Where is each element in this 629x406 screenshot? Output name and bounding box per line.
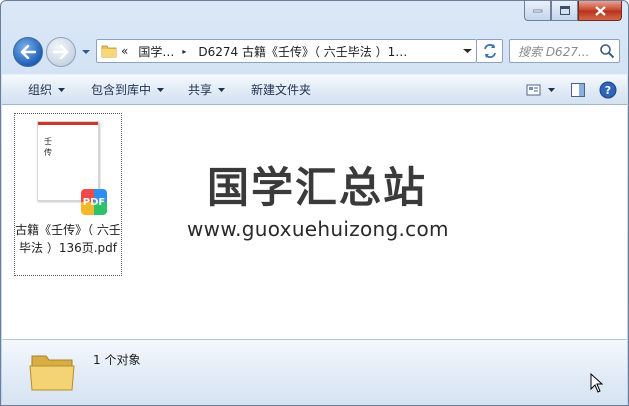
watermark-url: www.guoxuehuizong.com: [187, 217, 449, 241]
item-count: 1 个对象: [93, 353, 141, 367]
share-label: 共享: [188, 83, 213, 97]
folder-icon: [101, 45, 117, 58]
caret-down-icon: [218, 87, 226, 92]
pdf-badge-icon: PDF: [81, 189, 107, 215]
close-button[interactable]: [578, 1, 622, 21]
caret-down-icon: [58, 87, 66, 92]
organize-label: 组织: [28, 83, 53, 97]
back-arrow-icon: [20, 45, 36, 59]
preview-pane-button[interactable]: [569, 81, 587, 99]
caption-buttons: [524, 1, 622, 21]
mouse-cursor-icon: [590, 373, 604, 393]
watermark: 国学汇总站 www.guoxuehuizong.com: [187, 163, 449, 242]
breadcrumb-segment[interactable]: 国学…: [138, 43, 174, 60]
file-list[interactable]: 壬传 PDF 古籍《壬传》（ 六壬毕法 ）136页.pdf 国学汇总站 www.…: [2, 105, 627, 339]
maximize-icon: [559, 6, 570, 15]
svg-text:?: ?: [605, 84, 611, 97]
help-button[interactable]: ?: [599, 81, 617, 99]
minimize-icon: [532, 9, 542, 12]
breadcrumb-segment[interactable]: D6274 古籍《壬传》（ 六壬毕法 ）1…: [198, 43, 407, 60]
include-in-library-menu[interactable]: 包含到库中: [83, 78, 172, 102]
details-pane: 1 个对象: [2, 339, 627, 405]
file-item[interactable]: 壬传 PDF 古籍《壬传》（ 六壬毕法 ）136页.pdf: [14, 113, 122, 276]
address-bar[interactable]: « ▸ 国学… ▸ D6274 古籍《壬传》（ 六壬毕法 ）1…: [96, 39, 477, 63]
refresh-button[interactable]: [477, 39, 503, 63]
maximize-button[interactable]: [551, 1, 578, 21]
share-menu[interactable]: 共享: [180, 78, 233, 102]
help-icon: ?: [599, 81, 617, 99]
refresh-icon: [483, 44, 496, 58]
include-in-library-label: 包含到库中: [91, 83, 152, 97]
new-folder-button[interactable]: 新建文件夹: [243, 78, 319, 102]
forward-arrow-icon: [53, 45, 69, 59]
view-icon: [526, 84, 541, 96]
folder-icon: [29, 355, 75, 391]
caret-down-icon: [548, 88, 555, 92]
preview-pane-icon: [571, 83, 585, 97]
chevron-down-icon: [462, 49, 472, 53]
recent-pages-dropdown-icon[interactable]: [81, 48, 91, 56]
search-input[interactable]: 搜索 D627...: [509, 39, 620, 63]
thumbnail-header-bar: [38, 122, 98, 125]
back-button[interactable]: [13, 37, 43, 67]
thumbnail-title: 壬传: [44, 137, 52, 157]
minimize-button[interactable]: [524, 1, 551, 21]
pdf-badge-label: PDF: [82, 196, 106, 208]
search-placeholder: 搜索 D627...: [518, 44, 590, 59]
breadcrumb-separator[interactable]: ▸: [182, 47, 190, 56]
address-overflow[interactable]: «: [121, 44, 128, 58]
address-dropdown-button[interactable]: [458, 40, 476, 62]
change-view-button[interactable]: [524, 78, 557, 102]
forward-button[interactable]: [46, 37, 76, 67]
search-icon[interactable]: [599, 43, 615, 59]
file-name[interactable]: 古籍《壬传》（ 六壬毕法 ）136页.pdf: [15, 221, 121, 257]
navigation-bar: « ▸ 国学… ▸ D6274 古籍《壬传》（ 六壬毕法 ）1… 搜索 D627…: [1, 35, 628, 67]
explorer-window: « ▸ 国学… ▸ D6274 古籍《壬传》（ 六壬毕法 ）1… 搜索 D627…: [0, 0, 629, 406]
close-icon: [594, 5, 606, 16]
command-bar: 组织 包含到库中 共享 新建文件夹 ?: [2, 74, 627, 105]
watermark-logo: 国学汇总站: [206, 163, 427, 212]
caret-down-icon: [157, 87, 165, 92]
new-folder-label: 新建文件夹: [251, 83, 312, 97]
organize-menu[interactable]: 组织: [20, 78, 73, 102]
view-controls: ?: [524, 78, 617, 102]
